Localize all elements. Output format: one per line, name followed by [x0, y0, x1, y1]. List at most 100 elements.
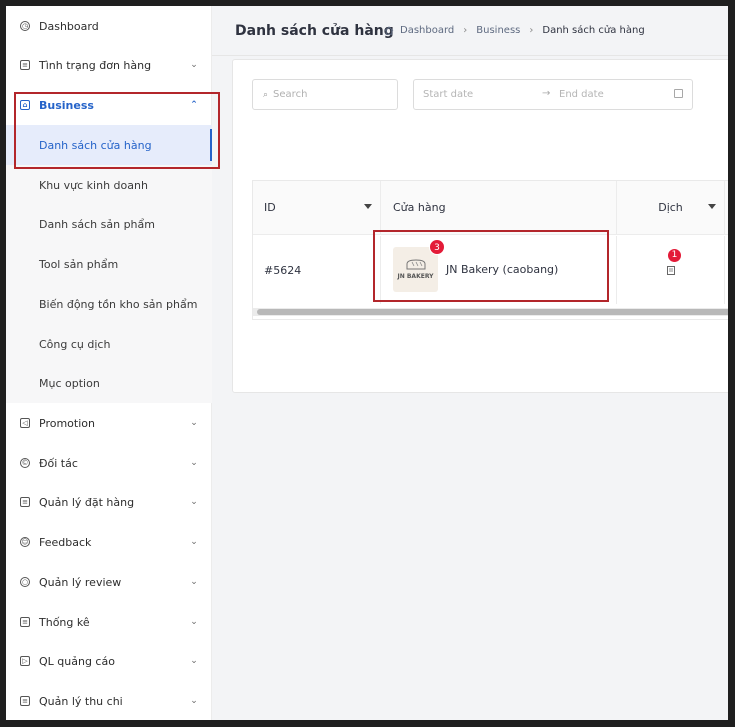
column-header-id[interactable]: ID [253, 181, 381, 235]
chevron-down-icon: ⌄ [190, 497, 198, 507]
store-logo: JN BAKERY [393, 247, 438, 292]
column-label: Dịch [658, 201, 683, 214]
cell-store[interactable]: JN BAKERY 3 JN Bakery (caobang) [381, 236, 617, 304]
sidebar-item-label: Promotion [39, 416, 95, 430]
chevron-right-icon: › [463, 25, 468, 36]
stats-icon: ≡ [20, 617, 30, 627]
sidebar-item-partner[interactable]: © Đối tác ⌄ [6, 443, 212, 483]
finance-icon: ≡ [20, 696, 30, 706]
horizontal-scrollbar[interactable] [253, 308, 728, 316]
sidebar-sub-label: Khu vực kinh doanh [39, 178, 148, 192]
filter-icon[interactable] [364, 204, 372, 209]
scrollbar-thumb[interactable] [257, 309, 728, 315]
smile-icon: ☺ [20, 537, 30, 547]
store-table: ID Cửa hàng Dịch #5624 JN BAKERY 3 JN Ba… [252, 180, 728, 320]
sidebar-sub-label: Biến động tồn kho sản phẩm [39, 297, 198, 311]
app-frame: ◷ Dashboard ≡ Tình trạng đơn hàng ⌄ ⌂ Bu… [6, 6, 728, 720]
date-range-picker[interactable]: Start date → End date [413, 79, 693, 110]
order-status-icon: ≡ [20, 60, 30, 70]
sidebar-sub-label: Danh sách cửa hàng [39, 138, 152, 152]
end-date-field[interactable]: End date [559, 89, 604, 100]
calendar-icon[interactable] [674, 89, 683, 98]
breadcrumb: Dashboard › Business › Danh sách cửa hàn… [384, 25, 645, 36]
cell-id: #5624 [264, 263, 302, 277]
chevron-right-icon: › [529, 25, 534, 36]
chevron-down-icon: ⌄ [190, 537, 198, 547]
partner-icon: © [20, 458, 30, 468]
notification-badge: 1 [667, 248, 682, 263]
column-label: ID [264, 201, 276, 214]
filter-icon[interactable] [708, 204, 716, 209]
sidebar-sub-product-tool[interactable]: Tool sản phẩm [6, 244, 212, 284]
sidebar-item-label: QL quảng cáo [39, 654, 115, 668]
breadcrumb-dashboard[interactable]: Dashboard [400, 25, 454, 36]
cell-more [725, 236, 728, 304]
bank-icon: ⌂ [20, 100, 30, 110]
sidebar-sub-business-area[interactable]: Khu vực kinh doanh [6, 165, 212, 205]
sidebar-item-finance[interactable]: ≡ Quản lý thu chi ⌄ [6, 681, 212, 720]
sidebar-sub-option[interactable]: Mục option [6, 363, 212, 403]
cell-translate[interactable]: 1 [617, 236, 725, 304]
sidebar-item-review[interactable]: ○ Quản lý review ⌄ [6, 562, 212, 602]
sidebar-item-label: Quản lý review [39, 575, 122, 589]
sidebar-sub-label: Tool sản phẩm [39, 257, 119, 271]
table-row[interactable]: #5624 [253, 236, 381, 304]
sidebar-item-label: Thống kê [39, 615, 90, 629]
chevron-down-icon: ⌄ [190, 60, 198, 70]
page-title: Danh sách cửa hàng [235, 23, 394, 39]
start-date-field[interactable]: Start date [423, 89, 473, 100]
notification-badge: 3 [429, 239, 445, 255]
content-card: ⌕ Search Start date → End date ID Cửa hà… [232, 59, 728, 393]
header: Danh sách cửa hàng Dashboard › Business … [212, 6, 728, 56]
chevron-down-icon: ⌄ [190, 617, 198, 627]
chevron-up-icon: ⌃ [190, 100, 198, 110]
document-icon[interactable] [666, 265, 675, 275]
sidebar-sub-inventory[interactable]: Biến động tồn kho sản phẩm [6, 284, 212, 324]
sidebar-item-label: Business [39, 98, 94, 112]
bread-icon [406, 259, 425, 270]
sidebar-sub-label: Mục option [39, 376, 100, 390]
logo-text: JN BAKERY [397, 273, 434, 280]
sidebar-item-promotion[interactable]: ◁ Promotion ⌄ [6, 403, 212, 443]
sidebar-item-label: Dashboard [39, 19, 99, 33]
chevron-down-icon: ⌄ [190, 418, 198, 428]
column-header-more [725, 181, 728, 235]
sidebar-item-business[interactable]: ⌂ Business ⌃ [6, 85, 212, 125]
chevron-down-icon: ⌄ [190, 656, 198, 666]
sidebar-item-order-status[interactable]: ≡ Tình trạng đơn hàng ⌄ [6, 45, 212, 85]
sidebar-item-label: Tình trạng đơn hàng [39, 58, 152, 72]
order-manage-icon: ≡ [20, 497, 30, 507]
sidebar-item-feedback[interactable]: ☺ Feedback ⌄ [6, 522, 212, 562]
sidebar-sub-store-list[interactable]: Danh sách cửa hàng [6, 125, 212, 165]
sidebar-item-order-manage[interactable]: ≡ Quản lý đặt hàng ⌄ [6, 482, 212, 522]
sidebar-item-label: Đối tác [39, 456, 78, 470]
store-name[interactable]: JN Bakery (caobang) [446, 263, 558, 276]
sidebar-item-label: Quản lý đặt hàng [39, 495, 135, 509]
search-placeholder: Search [273, 89, 308, 100]
chevron-down-icon: ⌄ [190, 458, 198, 468]
arrow-right-icon: → [542, 88, 551, 99]
sidebar-sub-label: Danh sách sản phẩm [39, 217, 155, 231]
column-header-translate[interactable]: Dịch [617, 181, 725, 235]
sidebar-item-ads[interactable]: ▷ QL quảng cáo ⌄ [6, 641, 212, 681]
chevron-down-icon: ⌄ [190, 577, 198, 587]
search-input[interactable]: ⌕ Search [252, 79, 398, 110]
sidebar: ◷ Dashboard ≡ Tình trạng đơn hàng ⌄ ⌂ Bu… [6, 6, 212, 720]
ads-icon: ▷ [20, 656, 30, 666]
sidebar-item-stats[interactable]: ≡ Thống kê ⌄ [6, 602, 212, 642]
search-icon: ⌕ [263, 89, 269, 100]
home-icon [384, 26, 394, 35]
breadcrumb-business[interactable]: Business [476, 25, 520, 36]
megaphone-icon: ◁ [20, 418, 30, 428]
column-header-store: Cửa hàng [381, 181, 617, 235]
chevron-down-icon: ⌄ [190, 696, 198, 706]
breadcrumb-current: Danh sách cửa hàng [542, 25, 645, 36]
column-label: Cửa hàng [393, 201, 446, 214]
dashboard-icon: ◷ [20, 21, 30, 31]
sidebar-sub-label: Công cụ dịch [39, 337, 111, 351]
sidebar-sub-product-list[interactable]: Danh sách sản phẩm [6, 204, 212, 244]
sidebar-item-dashboard[interactable]: ◷ Dashboard [6, 6, 212, 46]
sidebar-sub-translate-tool[interactable]: Công cụ dịch [6, 324, 212, 364]
review-icon: ○ [20, 577, 30, 587]
sidebar-item-label: Quản lý thu chi [39, 694, 123, 708]
